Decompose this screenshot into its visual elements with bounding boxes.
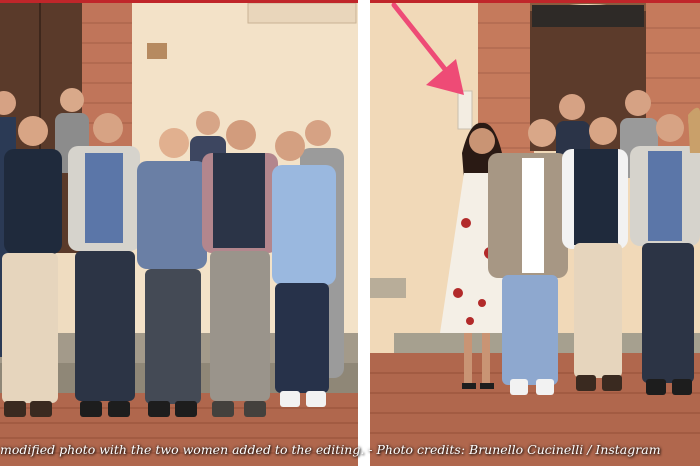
person: [68, 113, 140, 417]
original-photo: [0, 3, 358, 466]
photo-caption: modified photo with the two women added …: [0, 442, 661, 457]
original-photo-panel: [0, 3, 358, 466]
modified-photo-panel: [370, 3, 700, 466]
photo-comparison: modified photo with the two women added …: [0, 0, 700, 466]
person: [2, 116, 62, 417]
person: [202, 120, 278, 417]
wall-plaque: [147, 43, 167, 59]
person: [137, 128, 207, 417]
panel-divider: [358, 0, 370, 466]
person: [272, 131, 336, 407]
wall-plaque: [457, 90, 473, 130]
modified-photo: [370, 3, 700, 466]
added-woman: [688, 107, 700, 153]
